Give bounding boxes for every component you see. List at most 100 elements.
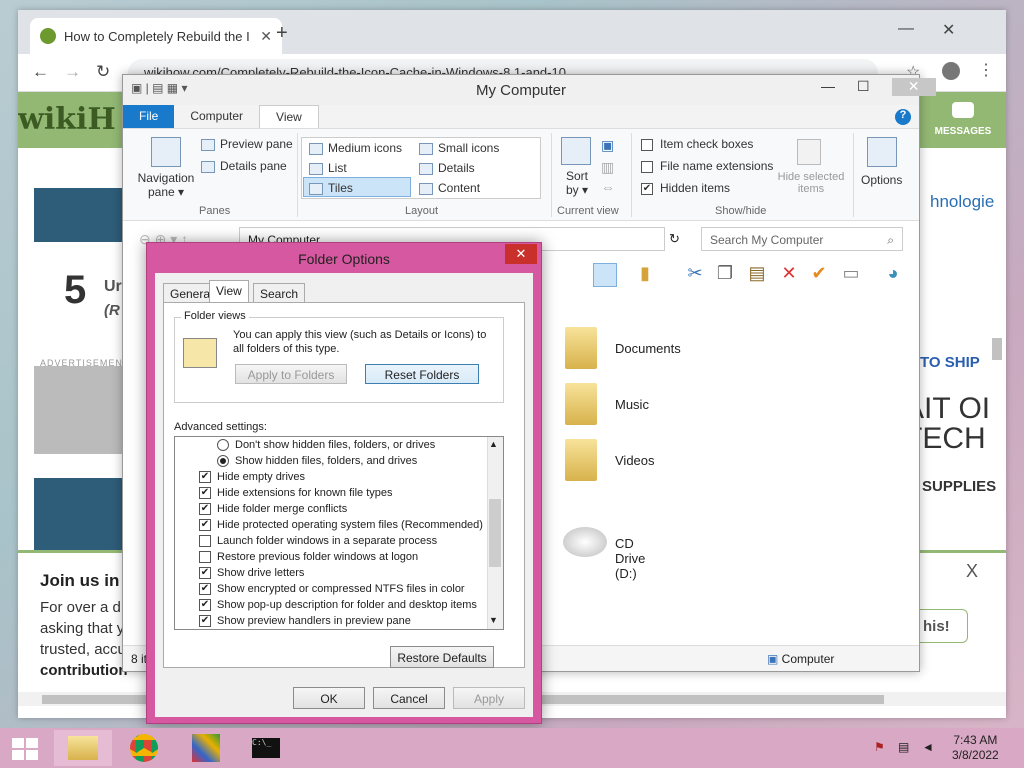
apply-button[interactable]: Apply	[453, 687, 525, 709]
tab-search[interactable]: Search	[253, 283, 306, 303]
sort-by-button[interactable]: Sort by ▾	[561, 169, 593, 197]
start-button[interactable]	[12, 738, 38, 760]
globe-icon[interactable]: ◕	[881, 263, 905, 287]
details-pane-button[interactable]: Details pane	[201, 159, 287, 173]
messages-button[interactable]: MESSAGES	[920, 92, 1006, 148]
layout-medium-icons[interactable]: Medium icons	[309, 141, 402, 155]
reload-button[interactable]: ↻	[96, 62, 110, 82]
file-item-documents[interactable]: Documents	[615, 341, 681, 356]
scroll-up-icon[interactable]: ▲	[489, 439, 498, 449]
options-icon[interactable]	[867, 137, 897, 167]
setting-popup-description[interactable]: ✔ Show pop-up description for folder and …	[199, 599, 477, 612]
tab-file[interactable]: File	[123, 105, 175, 128]
reset-folders-button[interactable]: Reset Folders	[365, 364, 479, 384]
item-check-boxes-toggle[interactable]: Item check boxes	[641, 137, 753, 151]
new-tab-button[interactable]: +	[276, 22, 288, 45]
delete-icon[interactable]: ✕	[777, 263, 801, 287]
setting-show-hidden[interactable]: Show hidden files, folders, and drives	[217, 455, 417, 468]
paste-icon[interactable]: ▤	[745, 263, 769, 287]
advanced-settings-list[interactable]: Don't show hidden files, folders, or dri…	[174, 436, 504, 630]
layout-content[interactable]: Content	[419, 181, 480, 195]
group-label-current-view: Current view	[557, 205, 619, 217]
menu-kebab-icon[interactable]: ⋮	[978, 60, 994, 80]
back-button[interactable]: ←	[32, 62, 49, 82]
hide-selected-button[interactable]: Hide selected items	[773, 171, 849, 195]
maximize-icon[interactable]: ☐	[857, 78, 870, 96]
navigation-pane-button[interactable]: Navigation pane ▾	[131, 171, 201, 199]
layout-details[interactable]: Details	[419, 161, 475, 175]
settings-scrollbar-thumb[interactable]	[489, 499, 501, 567]
browser-tab[interactable]: How to Completely Rebuild the I ✕	[30, 18, 282, 54]
size-columns-icon[interactable]: ⇔	[601, 179, 615, 195]
layout-small-icons[interactable]: Small icons	[419, 141, 499, 155]
taskbar-app[interactable]	[178, 730, 236, 766]
options-button[interactable]: Options	[861, 173, 902, 187]
profile-avatar-icon[interactable]	[942, 62, 960, 80]
hidden-items-toggle[interactable]: ✔ Hidden items	[641, 181, 730, 195]
clock-date: 3/8/2022	[952, 748, 999, 762]
tab-view[interactable]: View	[209, 280, 249, 304]
hide-selected-icon[interactable]	[797, 139, 821, 165]
sort-by-icon[interactable]	[561, 137, 591, 165]
tab-computer[interactable]: Computer	[174, 105, 259, 128]
setting-hide-empty-drives[interactable]: ✔ Hide empty drives	[199, 471, 305, 484]
page-scrollbar-thumb[interactable]	[992, 338, 1002, 360]
setting-restore-windows[interactable]: Restore previous folder windows at logon	[199, 551, 418, 564]
file-extensions-toggle[interactable]: File name extensions	[641, 159, 773, 173]
setting-show-drive-letters[interactable]: ✔ Show drive letters	[199, 567, 304, 580]
minimize-icon[interactable]: —	[898, 20, 914, 40]
cut-icon[interactable]: ✂	[683, 263, 707, 287]
banner-close-button[interactable]: X	[966, 561, 978, 582]
setting-hide-protected-files[interactable]: ✔ Hide protected operating system files (…	[199, 519, 483, 532]
layout-list[interactable]: List	[309, 161, 347, 175]
new-folder-icon[interactable]: ▮	[633, 263, 657, 287]
refresh-icon[interactable]: ↻	[669, 231, 680, 247]
setting-hide-extensions[interactable]: ✔ Hide extensions for known file types	[199, 487, 392, 500]
copy-icon[interactable]: ❐	[713, 263, 737, 287]
help-icon[interactable]: ?	[895, 109, 911, 125]
checkmark-icon[interactable]: ✔	[807, 263, 831, 287]
close-window-icon[interactable]: ✕	[942, 20, 955, 40]
ok-button[interactable]: OK	[293, 687, 365, 709]
ad-text-ship[interactable]: TO SHIP	[920, 354, 980, 371]
navigation-pane-icon[interactable]	[151, 137, 181, 167]
ad-image[interactable]	[34, 366, 122, 454]
system-clock[interactable]: 7:43 AM 3/8/2022	[952, 733, 999, 763]
layout-icon[interactable]	[593, 263, 617, 287]
setting-hide-merge-conflicts[interactable]: ✔ Hide folder merge conflicts	[199, 503, 347, 516]
setting-ntfs-color[interactable]: ✔ Show encrypted or compressed NTFS files…	[199, 583, 465, 596]
setting-label: Show preview handlers in preview pane	[217, 615, 411, 627]
explorer-search-input[interactable]: Search My Computer ⌕	[701, 227, 903, 251]
rename-icon[interactable]: ▭	[839, 263, 863, 287]
file-item-cd-drive[interactable]: CD Drive (D:)	[615, 536, 645, 581]
wikihow-logo[interactable]: wikiH	[18, 102, 116, 137]
taskbar-explorer[interactable]	[54, 730, 112, 766]
restore-defaults-button[interactable]: Restore Defaults	[390, 646, 494, 668]
forward-button[interactable]: →	[64, 62, 81, 82]
volume-icon[interactable]: ◄	[922, 740, 934, 754]
action-center-icon[interactable]: ⚑	[874, 740, 885, 754]
apply-to-folders-button[interactable]: Apply to Folders	[235, 364, 347, 384]
taskbar-chrome[interactable]	[116, 730, 174, 766]
dialog-close-button[interactable]: ✕	[505, 244, 537, 264]
setting-preview-handlers[interactable]: ✔ Show preview handlers in preview pane	[199, 615, 411, 628]
quick-access-toolbar[interactable]: ▣ | ▤ ▦ ▾	[131, 81, 188, 95]
setting-dont-show-hidden[interactable]: Don't show hidden files, folders, or dri…	[217, 439, 435, 452]
tab-view[interactable]: View	[259, 105, 319, 128]
cancel-button[interactable]: Cancel	[373, 687, 445, 709]
group-by-icon[interactable]: ▣	[601, 137, 614, 154]
ad-text-supplies[interactable]: SUPPLIES	[922, 478, 996, 495]
file-item-videos[interactable]: Videos	[615, 453, 655, 468]
tab-close-icon[interactable]: ✕	[260, 28, 272, 45]
add-columns-icon[interactable]: ▥	[601, 159, 614, 176]
preview-pane-button[interactable]: Preview pane	[201, 137, 293, 151]
scroll-down-icon[interactable]: ▼	[489, 615, 498, 625]
layout-tiles[interactable]: Tiles	[309, 181, 353, 195]
banner-action-button[interactable]: his!	[914, 609, 968, 643]
setting-separate-process[interactable]: Launch folder windows in a separate proc…	[199, 535, 437, 548]
file-item-music[interactable]: Music	[615, 397, 649, 412]
minimize-icon[interactable]: —	[821, 78, 835, 96]
close-icon[interactable]: ✕	[891, 78, 936, 96]
network-icon[interactable]: ▤	[898, 740, 909, 754]
taskbar-cmd[interactable]: C:\_	[240, 730, 298, 766]
